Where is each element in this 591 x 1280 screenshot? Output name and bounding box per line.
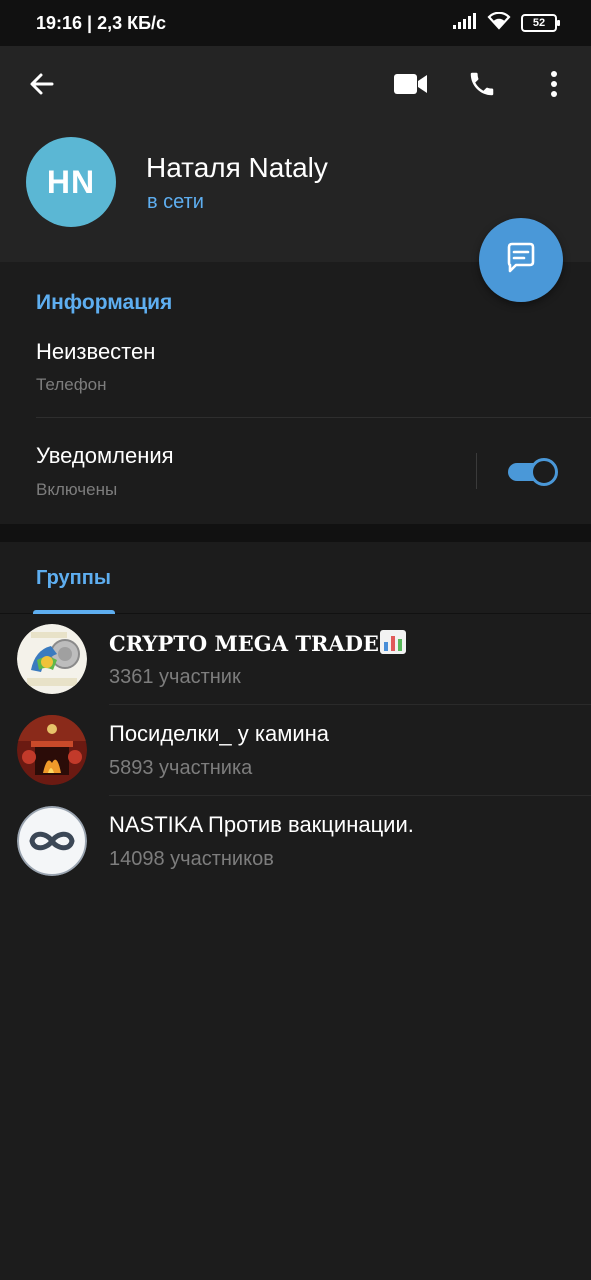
- send-message-button[interactable]: [479, 218, 563, 302]
- signal-icon: [453, 12, 477, 34]
- call-button[interactable]: [462, 66, 502, 106]
- info-section-title: Информация: [36, 291, 173, 314]
- video-camera-icon: [394, 73, 428, 100]
- more-options-button[interactable]: [534, 66, 574, 106]
- groups-list: CRYPTO MEGA TRADE 3361 участник Посиделк…: [0, 614, 591, 887]
- back-button[interactable]: [22, 66, 62, 106]
- avatar[interactable]: HN: [26, 137, 116, 227]
- toggle-knob: [530, 458, 558, 486]
- more-vertical-icon: [550, 70, 558, 102]
- info-section: Информация Неизвестен Телефон Уведомлени…: [0, 262, 591, 524]
- tab-groups[interactable]: Группы: [33, 542, 115, 614]
- group-avatar-crypto: [17, 624, 87, 694]
- group-members: 5893 участника: [109, 757, 253, 779]
- notifications-title: Уведомления: [36, 443, 174, 468]
- profile-name: Наталя Nataly: [146, 152, 328, 183]
- group-members: 14098 участников: [109, 848, 274, 870]
- group-avatar-fireplace: [17, 715, 87, 785]
- bar-chart-icon: [379, 630, 406, 654]
- status-time: 19:16 | 2,3 КБ/с: [36, 12, 167, 33]
- group-members: 3361 участник: [109, 666, 241, 688]
- phone-icon: [467, 69, 497, 104]
- wifi-icon: [487, 11, 511, 35]
- group-item-fireplace[interactable]: Посиделки_ у камина 5893 участника: [0, 705, 591, 796]
- phone-label: Телефон: [36, 375, 107, 394]
- notifications-state: Включены: [36, 480, 118, 499]
- tab-groups-label: Группы: [36, 567, 111, 589]
- group-name: CRYPTO MEGA TRADE: [109, 630, 406, 656]
- status-bar: 19:16 | 2,3 КБ/с 52: [0, 0, 591, 46]
- phone-value: Неизвестен: [36, 339, 156, 364]
- media-tabs: Группы: [0, 542, 591, 614]
- group-item-nastika[interactable]: NASTIKA Против вакцинации. 14098 участни…: [0, 796, 591, 887]
- battery-icon: 52: [521, 14, 560, 32]
- group-name: NASTIKA Против вакцинации.: [109, 812, 414, 837]
- back-arrow-icon: [28, 70, 56, 103]
- status-icons: 52: [453, 11, 560, 35]
- section-divider: [0, 524, 591, 542]
- message-icon: [503, 240, 539, 281]
- video-call-button[interactable]: [391, 66, 431, 106]
- group-name: Посиделки_ у камина: [109, 721, 330, 746]
- group-item-crypto[interactable]: CRYPTO MEGA TRADE 3361 участник: [0, 614, 591, 705]
- online-status: в сети: [147, 191, 204, 213]
- toggle-separator: [476, 453, 477, 489]
- group-avatar-nastika: [17, 806, 87, 876]
- divider: [36, 417, 591, 418]
- notifications-toggle[interactable]: [508, 458, 558, 486]
